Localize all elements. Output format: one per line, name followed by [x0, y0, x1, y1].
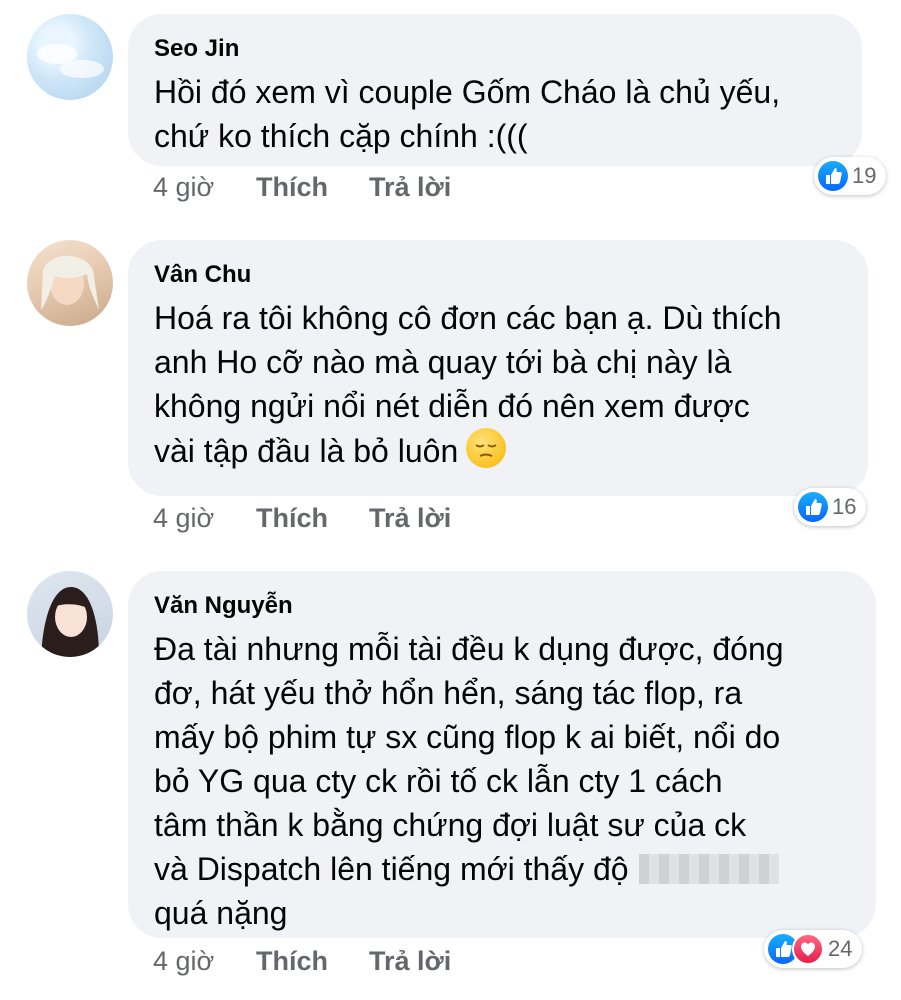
timestamp[interactable]: 4 giờ	[153, 946, 214, 977]
comment-line: Hoá ra tôi không cô đơn các bạn ạ. Dù th…	[154, 300, 782, 336]
comment-bubble: Văn Nguyễn Đa tài nhưng mỗi tài đều k dụ…	[128, 571, 876, 938]
avatar[interactable]	[27, 240, 113, 326]
comment-line: quá nặng	[154, 895, 288, 931]
cloud-avatar-image	[37, 44, 104, 78]
person-avatar-image	[41, 587, 99, 657]
comment-text: Hoá ra tôi không cô đơn các bạn ạ. Dù th…	[154, 296, 868, 473]
pensive-face-icon	[466, 428, 507, 468]
comment-line: bỏ YG qua cty ck rồi tố ck lẫn cty 1 các…	[154, 763, 723, 799]
redacted-text-block	[638, 854, 779, 884]
reply-button[interactable]: Trả lời	[369, 503, 451, 534]
comment-line: Hồi đó xem vì couple Gốm Cháo là chủ yếu…	[154, 74, 781, 110]
like-button[interactable]: Thích	[256, 503, 328, 534]
comment-bubble: Seo Jin Hồi đó xem vì couple Gốm Cháo là…	[128, 14, 862, 166]
reaction-summary[interactable]: 16	[794, 488, 867, 526]
comment-line: anh Ho cỡ nào mà quay tới bà chị này là	[154, 344, 732, 380]
person-avatar-image	[41, 255, 99, 310]
comment-text: Hồi đó xem vì couple Gốm Cháo là chủ yếu…	[154, 70, 862, 158]
comment-line: đơ, hát yếu thở hổn hển, sáng tác flop, …	[154, 675, 743, 711]
reaction-count: 16	[832, 494, 857, 519]
comment-author[interactable]: Vân Chu	[154, 260, 868, 290]
like-reaction-icon	[798, 492, 828, 522]
timestamp[interactable]: 4 giờ	[153, 503, 214, 534]
comment-line: tâm thần k bằng chứng đợi luật sư của ck	[154, 807, 747, 843]
timestamp[interactable]: 4 giờ	[153, 172, 214, 203]
comment-line: Đa tài nhưng mỗi tài đều k dụng được, đó…	[154, 631, 784, 667]
like-reaction-icon	[818, 161, 848, 191]
comment-line: không ngửi nổi nét diễn đó nên xem được	[154, 388, 750, 424]
love-reaction-icon	[792, 933, 824, 965]
reaction-count: 19	[852, 163, 877, 188]
reply-button[interactable]: Trả lời	[369, 172, 451, 203]
comment-text: Đa tài nhưng mỗi tài đều k dụng được, đó…	[154, 627, 876, 935]
reaction-count: 24	[828, 936, 853, 961]
comment-line: và Dispatch lên tiếng mới thấy độ	[154, 847, 876, 891]
comment-bubble: Vân Chu Hoá ra tôi không cô đơn các bạn …	[128, 240, 868, 496]
reply-button[interactable]: Trả lời	[369, 946, 451, 977]
comment-line-text: vài tập đầu là bỏ luôn	[154, 433, 459, 469]
comment-line-text: và Dispatch lên tiếng mới thấy độ	[154, 851, 629, 887]
comment-author[interactable]: Seo Jin	[154, 34, 862, 64]
avatar[interactable]	[27, 571, 113, 657]
comment-line: chứ ko thích cặp chính :(((	[154, 118, 528, 154]
like-button[interactable]: Thích	[256, 172, 328, 203]
reaction-summary[interactable]: 24	[764, 930, 863, 968]
like-button[interactable]: Thích	[256, 946, 328, 977]
comment-line: mấy bộ phim tự sx cũng flop k ai biết, n…	[154, 719, 781, 755]
comment-author[interactable]: Văn Nguyễn	[154, 591, 876, 621]
avatar[interactable]	[27, 14, 113, 100]
reaction-summary[interactable]: 19	[814, 157, 887, 195]
comment-line: vài tập đầu là bỏ luôn	[154, 428, 868, 473]
